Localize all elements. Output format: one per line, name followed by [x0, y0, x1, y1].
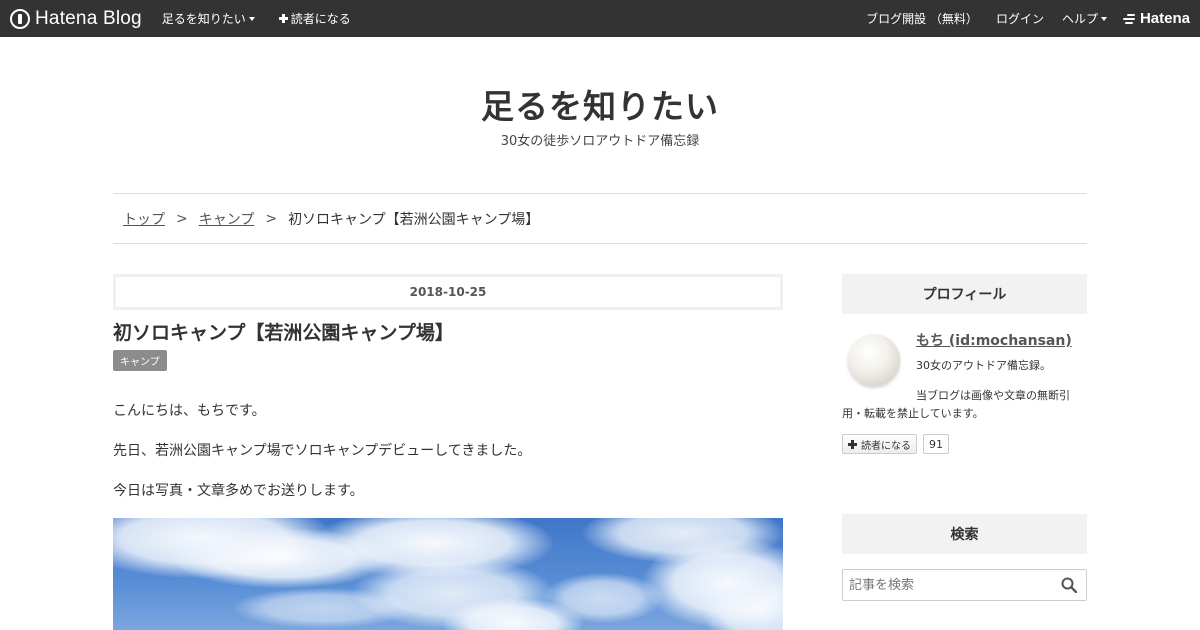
plus-icon [848, 439, 857, 449]
login-link[interactable]: ログイン [996, 10, 1044, 27]
hatena-mark-icon [1122, 13, 1137, 24]
breadcrumb-separator: > [265, 210, 278, 227]
entry-paragraph: こんにちは、もちです。 [113, 403, 266, 419]
caret-down-icon [1100, 16, 1107, 21]
subscriber-count: 91 [923, 434, 949, 454]
avatar[interactable] [848, 334, 900, 386]
entry-photo-sky [113, 518, 783, 630]
hatena-logo-text: Hatena [1139, 10, 1190, 27]
breadcrumb: トップ > キャンプ > 初ソロキャンプ【若洲公園キャンプ場】 [113, 193, 1087, 244]
start-blog-link[interactable]: ブログ開設 （無料） [866, 10, 978, 27]
top-navigation-bar: Hatena Blog 足るを知りたい 読者になる ブログ開設 （無料） ログイ… [0, 0, 1200, 37]
search-heading: 検索 [842, 514, 1087, 554]
blog-title[interactable]: 足るを知りたい [0, 80, 1200, 128]
entry-paragraph: 今日は写真・文章多めでお送りします。 [113, 483, 364, 499]
entry-paragraph: 先日、若洲公園キャンプ場でソロキャンプデビューしてきました。 [113, 443, 532, 459]
search-icon[interactable] [1061, 577, 1077, 593]
subscribe-button-label: 読者になる [861, 440, 911, 452]
profile-notice: 当ブログは画像や文章の無断引用・転載を禁止しています。 [842, 389, 1070, 420]
help-menu-label: ヘルプ [1061, 12, 1098, 26]
profile-description: 30女のアウトドア備忘録。 [916, 359, 1051, 372]
hatena-blog-logo[interactable]: Hatena Blog [10, 8, 142, 30]
profile-name-link[interactable]: もち (id:mochansan) [916, 330, 1072, 350]
hatena-blog-logo-text: Hatena Blog [35, 7, 142, 29]
profile-heading: プロフィール [842, 274, 1087, 314]
hatena-logo[interactable]: Hatena [1122, 10, 1190, 27]
entry-title[interactable]: 初ソロキャンプ【若洲公園キャンプ場】 [113, 318, 454, 345]
follow-blog-label: 読者になる [290, 12, 351, 26]
plus-icon [278, 14, 288, 23]
subscribe-button[interactable]: 読者になる [842, 434, 917, 454]
breadcrumb-current: 初ソロキャンプ【若洲公園キャンプ場】 [288, 211, 540, 228]
breadcrumb-separator: > [176, 210, 188, 227]
blog-name-menu[interactable]: 足るを知りたい [162, 10, 255, 27]
blog-description: 30女の徒歩ソロアウトドア備忘録 [500, 134, 700, 149]
caret-down-icon [248, 16, 255, 21]
search-box [842, 569, 1087, 601]
breadcrumb-category-link[interactable]: キャンプ [199, 209, 255, 229]
follow-blog-link[interactable]: 読者になる [278, 10, 351, 27]
search-input[interactable] [843, 570, 1053, 600]
blog-name-menu-label: 足るを知りたい [161, 12, 246, 26]
entry-date[interactable]: 2018-10-25 [113, 274, 783, 310]
hatena-blog-logo-icon [10, 8, 30, 29]
entry-category-tag[interactable]: キャンプ [113, 350, 167, 371]
help-menu[interactable]: ヘルプ [1062, 10, 1107, 27]
topbar-right-group: ブログ開設 （無料） ログイン ヘルプ Hatena [866, 10, 1200, 27]
breadcrumb-top-link[interactable]: トップ [123, 209, 165, 229]
